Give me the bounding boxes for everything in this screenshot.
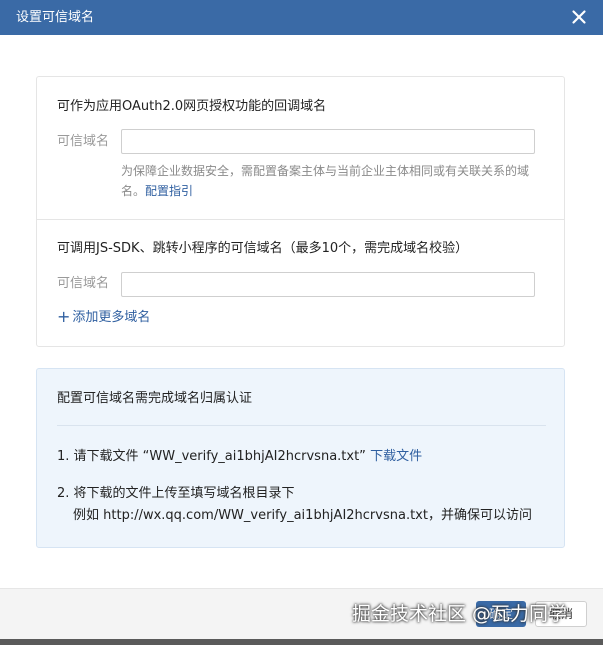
info-divider (57, 425, 546, 426)
verification-step-1: 1. 请下载文件 “WW_verify_ai1bhjAI2hcrvsna.txt… (57, 447, 422, 467)
confirm-button[interactable]: 确定 (476, 601, 526, 627)
trusted-domain-dialog: 设置可信域名 可作为应用OAuth2.0网页授权功能的回调域名 可信域名 为保障… (0, 0, 603, 645)
section-divider (37, 219, 564, 220)
plus-icon: + (57, 307, 71, 326)
dialog-footer: 确定 取消 (0, 588, 603, 639)
bottom-strip (0, 639, 603, 645)
step1-text: 1. 请下载文件 “WW_verify_ai1bhjAI2hcrvsna.txt… (57, 449, 366, 464)
download-file-link[interactable]: 下载文件 (370, 449, 422, 464)
domain-settings-panel: 可作为应用OAuth2.0网页授权功能的回调域名 可信域名 为保障企业数据安全，… (36, 76, 565, 347)
jssdk-field-label: 可信域名 (57, 276, 110, 291)
verification-step-2: 2. 将下载的文件上传至填写域名根目录下 (57, 486, 295, 501)
verification-info-box: 配置可信域名需完成域名归属认证 1. 请下载文件 “WW_verify_ai1b… (36, 368, 565, 548)
config-guide-link[interactable]: 配置指引 (145, 184, 193, 198)
add-more-domains-button[interactable]: + 添加更多域名 (57, 308, 150, 327)
verification-title: 配置可信域名需完成域名归属认证 (57, 391, 253, 406)
add-more-label: 添加更多域名 (72, 310, 151, 325)
jssdk-domain-input[interactable] (121, 272, 535, 297)
oauth-hint: 为保障企业数据安全，需配置备案主体与当前企业主体相同或有关联关系的域名。配置指引 (121, 161, 541, 201)
jssdk-section-heading: 可调用JS-SDK、跳转小程序的可信域名（最多10个，需完成域名校验） (57, 241, 469, 256)
dialog-title: 设置可信域名 (16, 10, 95, 25)
close-icon[interactable] (567, 5, 591, 29)
dialog-titlebar: 设置可信域名 (0, 0, 603, 35)
verification-step-2-example: 例如 http://wx.qq.com/WW_verify_ai1bhjAI2h… (73, 508, 532, 523)
oauth-field-label: 可信域名 (57, 134, 110, 149)
oauth-domain-input[interactable] (121, 129, 535, 154)
oauth-section-heading: 可作为应用OAuth2.0网页授权功能的回调域名 (57, 99, 327, 114)
cancel-button[interactable]: 取消 (535, 601, 587, 627)
